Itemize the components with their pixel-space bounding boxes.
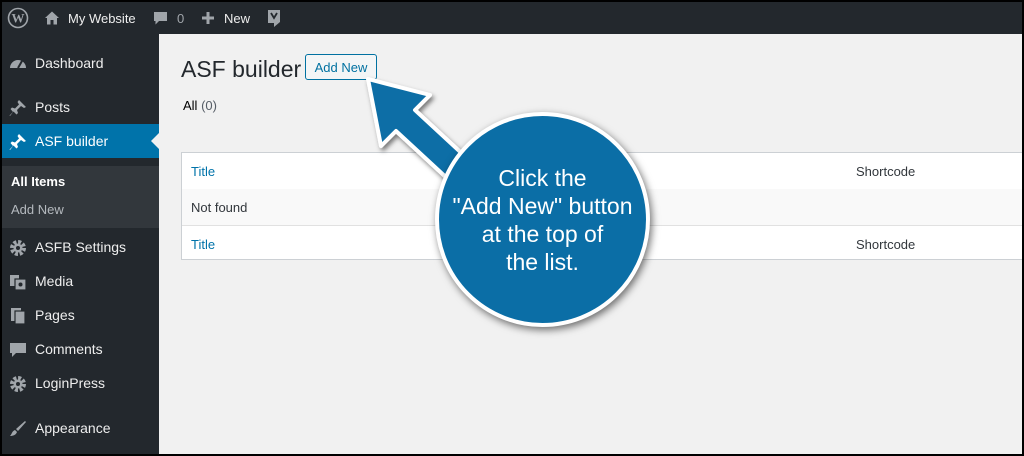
status-filter: All (0) — [183, 98, 217, 113]
dashboard-icon — [10, 60, 26, 69]
pin-icon — [9, 100, 26, 116]
sidebar-item-loginpress[interactable]: LoginPress — [2, 366, 159, 400]
sidebar-item-label: Media — [35, 273, 74, 289]
sidebar-item-label: LoginPress — [35, 375, 106, 391]
sidebar-item-label: ASFB Settings — [35, 239, 127, 255]
sidebar-item-asfb-settings[interactable]: ASFB Settings — [2, 230, 159, 264]
new-content-link[interactable]: New — [201, 2, 250, 34]
empty-message: Not found — [191, 200, 248, 215]
sidebar-item-label: Posts — [35, 99, 71, 115]
wordpress-admin-screen: W My Website 0 New Dashboard Posts ASF b… — [2, 2, 1022, 454]
plus-icon — [202, 12, 214, 24]
sidebar-item-media[interactable]: Media — [2, 264, 159, 298]
pages-icon — [11, 308, 26, 325]
sidebar-submenu: All Items Add New — [2, 166, 159, 228]
yoast-seo-icon[interactable] — [266, 2, 282, 34]
media-icon — [10, 275, 27, 291]
callout-line: the list. — [506, 248, 579, 275]
column-title-header[interactable]: Title — [191, 164, 215, 179]
sidebar-item-asf-builder[interactable]: ASF builder — [2, 124, 159, 158]
sidebar-item-label: Comments — [35, 341, 103, 357]
callout-line: Click the — [498, 164, 587, 191]
sidebar-item-label: Dashboard — [35, 55, 104, 71]
filter-all-link[interactable]: All — [183, 98, 197, 113]
comments-count: 0 — [177, 10, 185, 26]
column-shortcode-header: Shortcode — [856, 164, 916, 179]
sidebar-item-label: Pages — [35, 307, 75, 323]
new-label: New — [224, 10, 251, 26]
callout-line: "Add New" button — [452, 192, 633, 219]
home-icon — [45, 11, 59, 25]
callout-bubble: Click the "Add New" button at the top of… — [435, 112, 650, 327]
brush-icon — [10, 421, 26, 436]
wordpress-logo-icon[interactable]: W — [7, 2, 29, 34]
admin-sidebar: Dashboard Posts ASF builder All Items Ad… — [2, 34, 159, 454]
pin-icon — [9, 134, 26, 150]
submenu-item-add-new[interactable]: Add New — [11, 202, 64, 217]
sidebar-item-posts[interactable]: Posts — [2, 90, 159, 124]
sidebar-item-pages[interactable]: Pages — [2, 298, 159, 332]
site-name-label: My Website — [68, 10, 136, 26]
sidebar-item-label: Appearance — [35, 420, 111, 436]
sidebar-item-appearance[interactable]: Appearance — [2, 411, 159, 445]
sidebar-item-comments[interactable]: Comments — [2, 332, 159, 366]
gear-icon — [10, 376, 26, 392]
callout-line: at the top of — [481, 220, 604, 247]
sidebar-item-label: ASF builder — [35, 133, 109, 149]
filter-all-count: (0) — [201, 98, 217, 113]
sidebar-item-dashboard[interactable]: Dashboard — [2, 46, 159, 80]
site-name-link[interactable]: My Website — [43, 2, 136, 34]
admin-bar: W My Website 0 New — [2, 2, 1022, 34]
page-title: ASF builder — [181, 56, 302, 82]
column-title-footer[interactable]: Title — [191, 237, 215, 252]
comments-link[interactable]: 0 — [152, 2, 184, 34]
comment-icon — [10, 343, 26, 357]
add-new-button[interactable]: Add New — [305, 54, 377, 80]
submenu-item-all-items[interactable]: All Items — [11, 174, 65, 189]
svg-text:W: W — [12, 11, 25, 26]
gear-icon — [10, 240, 26, 256]
column-shortcode-footer: Shortcode — [856, 237, 916, 252]
comment-icon — [154, 11, 167, 24]
